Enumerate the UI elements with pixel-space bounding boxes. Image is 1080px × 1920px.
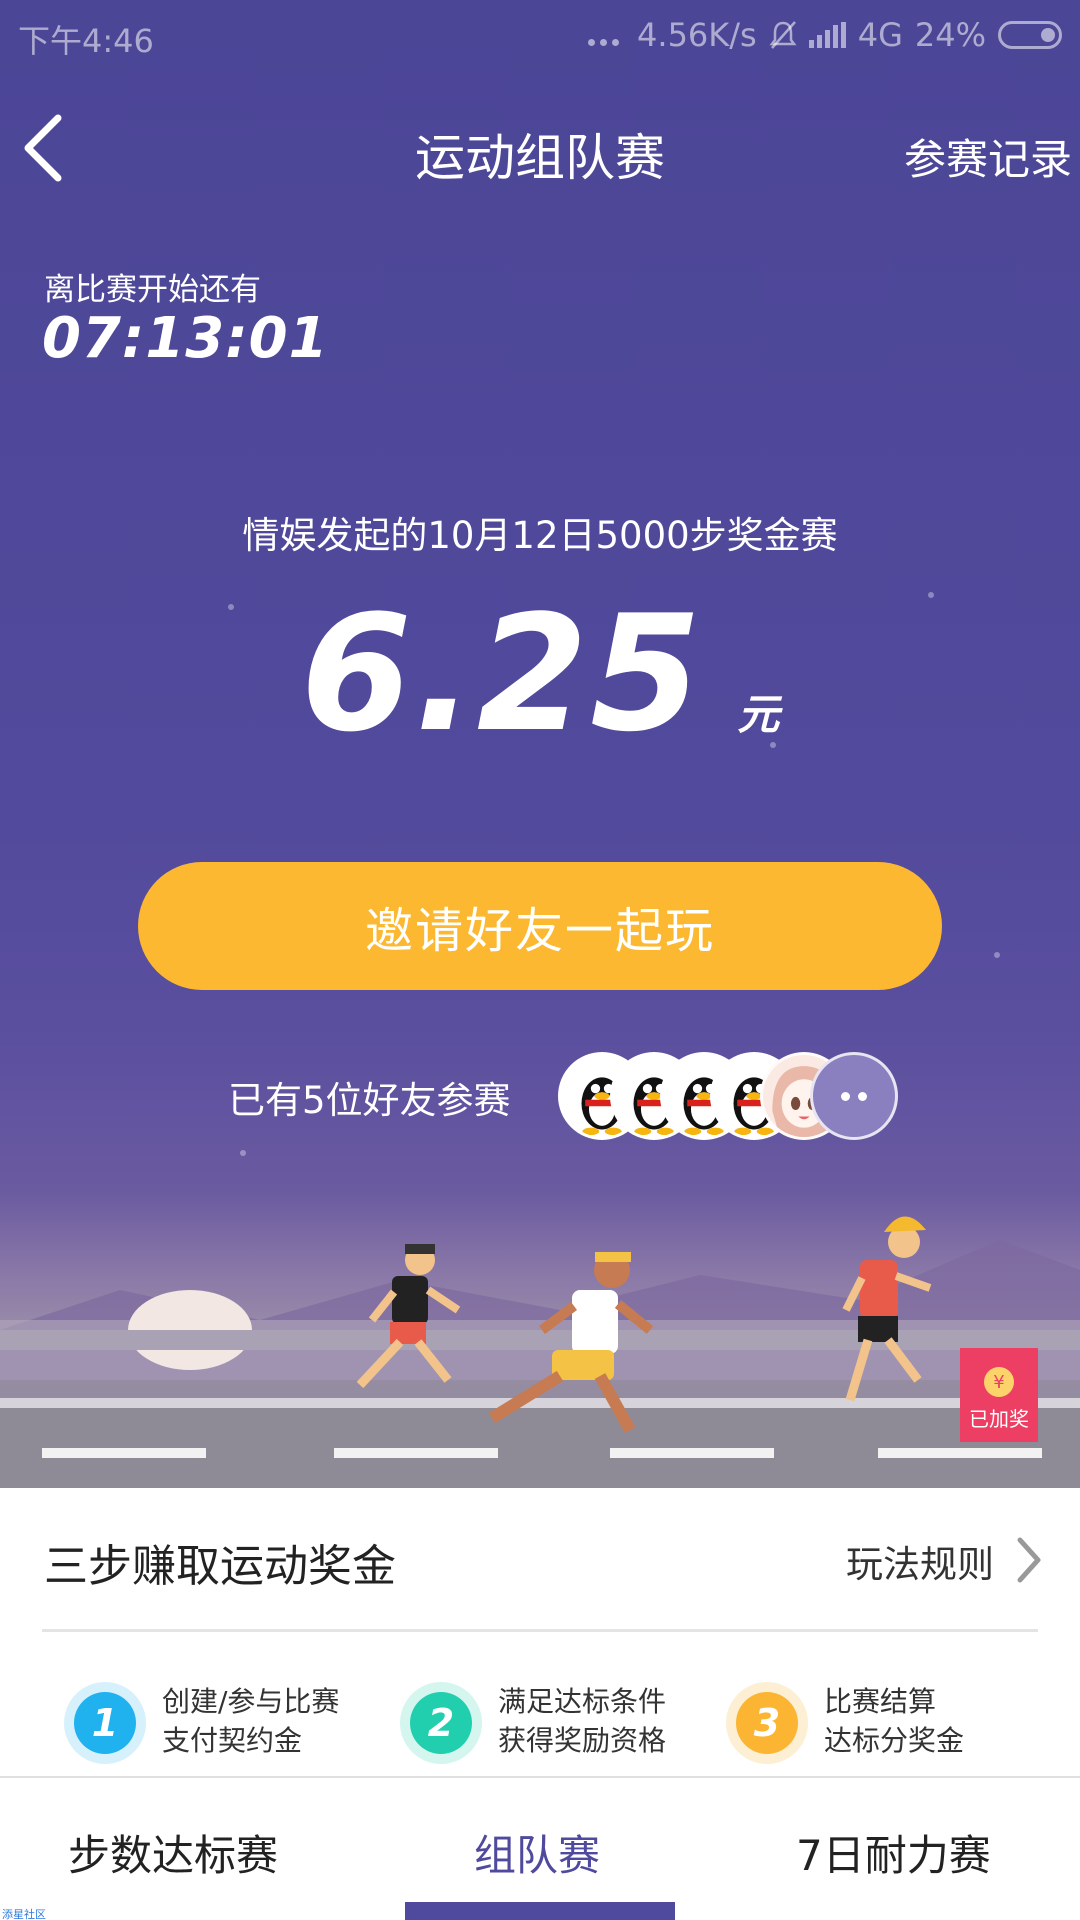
step-description: 创建/参与比赛 支付契约金 (162, 1685, 340, 1757)
friends-count-text: 已有5位好友参赛 (228, 1079, 511, 1122)
step-description: 比赛结算 达标分奖金 (824, 1685, 965, 1757)
status-indicators: 4.56K/s 4G 24% (588, 16, 1062, 54)
countdown-timer: 07:13:01 (42, 306, 329, 371)
rules-link[interactable]: 玩法规则 (846, 1534, 994, 1588)
match-title: 情娱发起的10月12日5000步奖金赛 (242, 514, 838, 557)
prize-value: 6.25 (300, 580, 704, 767)
battery-icon (998, 21, 1062, 49)
battery-percent: 24% (914, 16, 986, 54)
status-time: 下午4:46 (18, 22, 154, 60)
step-number-badge: 3 (726, 1682, 808, 1764)
active-tab-indicator (405, 1902, 675, 1920)
chevron-right-icon[interactable] (1014, 1534, 1044, 1586)
prize-amount: 6.25 元 (0, 580, 1080, 767)
section-divider (42, 1629, 1038, 1632)
reward-badge-label: 已加奖 (969, 1407, 1029, 1431)
star-decoration (994, 952, 1000, 958)
bell-muted-icon (769, 21, 797, 49)
more-friends-button[interactable] (810, 1052, 898, 1140)
step-number-badge: 2 (400, 1682, 482, 1764)
tab-7day-endurance[interactable]: 7日耐力赛 (796, 1822, 991, 1883)
tabbar-divider (0, 1776, 1080, 1778)
network-speed: 4.56K/s (637, 16, 757, 54)
runners-illustration (0, 1216, 1080, 1488)
watermark: 添星社区 (2, 1908, 46, 1920)
invite-friends-button[interactable]: 邀请好友一起玩 (138, 862, 942, 990)
countdown-label: 离比赛开始还有 (44, 272, 261, 308)
step-number-badge: 1 (64, 1682, 146, 1764)
tab-step-goal[interactable]: 步数达标赛 (68, 1822, 278, 1883)
tab-team-race[interactable]: 组队赛 (474, 1822, 600, 1883)
status-bar: 下午4:46 4.56K/s 4G 24% (0, 0, 1080, 74)
star-decoration (240, 1150, 246, 1156)
steps-section-title: 三步赚取运动奖金 (44, 1541, 396, 1592)
reward-added-badge[interactable]: ¥ 已加奖 (960, 1348, 1038, 1442)
signal-icon (808, 22, 846, 48)
prize-unit: 元 (737, 690, 780, 739)
network-type: 4G (857, 16, 903, 54)
yuan-coin-icon: ¥ (984, 1367, 1014, 1397)
more-dots-icon (588, 25, 620, 46)
step-description: 满足达标条件 获得奖励资格 (498, 1685, 667, 1757)
history-link[interactable]: 参赛记录 (904, 126, 1072, 187)
